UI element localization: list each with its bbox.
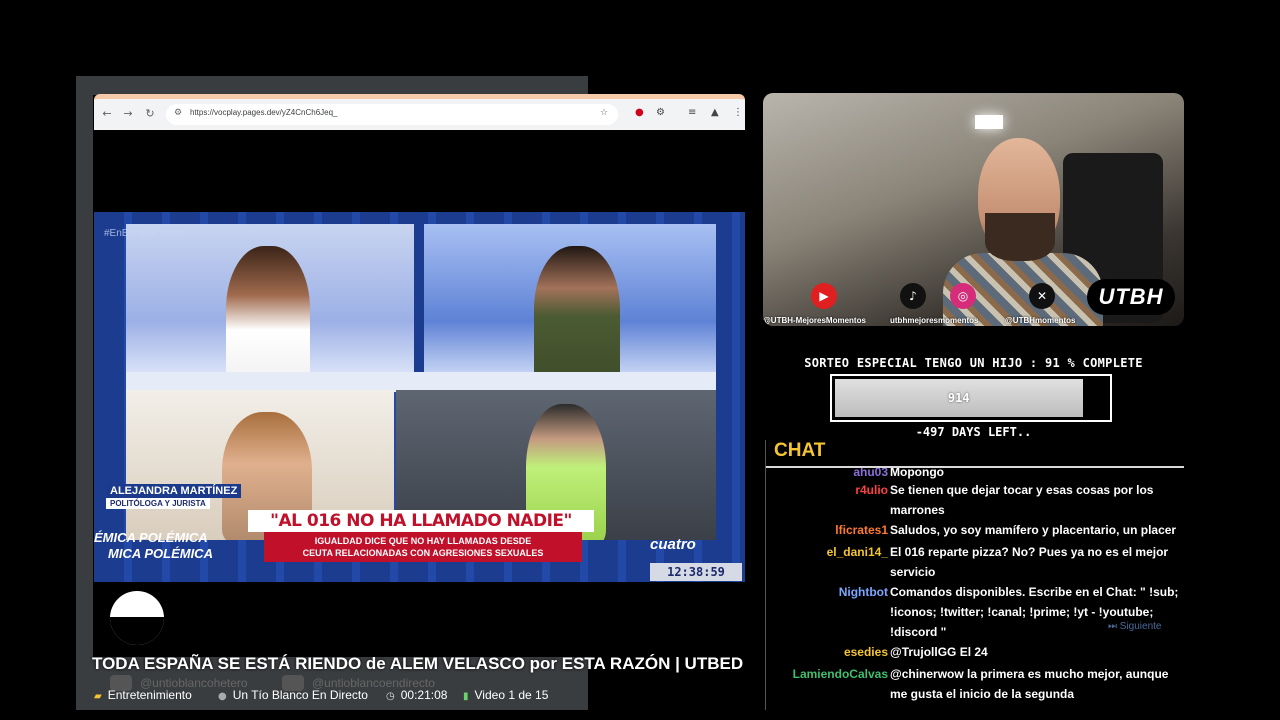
address-bar[interactable]: ⚙ https://vocplay.pages.dev/yZ4CnCh6Jeq_… bbox=[166, 104, 618, 125]
x-icon: ✕ bbox=[1029, 283, 1055, 309]
menu-icon[interactable]: ⋮ bbox=[733, 107, 743, 118]
chat-text: @chinerwow la primera es mucho mejor, au… bbox=[890, 667, 1169, 701]
chat-username[interactable]: el_dani14_ bbox=[827, 542, 888, 562]
ticker-line: ÉMICA POLÉMICA bbox=[94, 530, 208, 545]
meta-category: ▰ Entretenimiento bbox=[94, 688, 192, 702]
studio-panel-left bbox=[126, 224, 414, 386]
media-control-icon[interactable]: ≡ bbox=[688, 107, 696, 118]
news-subheadline: IGUALDAD DICE QUE NO HAY LLAMADAS DESDE … bbox=[264, 532, 582, 562]
chat-username[interactable]: LamiendoCalvas bbox=[793, 664, 888, 684]
channel-label: Un Tío Blanco En Directo bbox=[232, 688, 368, 702]
ceiling-light bbox=[975, 115, 1003, 129]
site-info-icon[interactable]: ⚙ bbox=[174, 108, 182, 118]
chat-rule bbox=[766, 466, 1184, 468]
extensions-icon[interactable]: ⚙ bbox=[656, 107, 665, 118]
next-hint: ⏭ Siguiente bbox=[1108, 621, 1162, 632]
user-icon: ● bbox=[218, 691, 227, 702]
browser-toolbar: ← → ↻ ⚙ https://vocplay.pages.dev/yZ4CnC… bbox=[94, 94, 745, 130]
next-hint-label: Siguiente bbox=[1119, 621, 1162, 632]
chat-text: Saludos, yo soy mamífero y placentario, … bbox=[890, 523, 1177, 537]
chat-username[interactable]: Nightbot bbox=[839, 582, 888, 602]
profile-icon[interactable]: ▲ bbox=[711, 107, 719, 118]
chat-username[interactable]: r4ulio bbox=[855, 480, 888, 500]
playlist-icon: ▮ bbox=[463, 691, 469, 702]
duration-label: 00:21:08 bbox=[400, 688, 448, 702]
news-headline: "AL 016 NO HA LLAMADO NADIE" bbox=[248, 510, 594, 532]
chat-username[interactable]: esedies bbox=[844, 642, 888, 662]
guest-role-tag: POLITÓLOGA Y JURISTA bbox=[106, 498, 210, 509]
youtube-icon: ▶ bbox=[811, 283, 837, 309]
presenter-figure bbox=[226, 246, 310, 386]
guest-name-tag: ALEJANDRA MARTÍNEZ bbox=[106, 484, 242, 498]
streamer-beard bbox=[985, 213, 1055, 261]
tv-broadcast-video[interactable]: #EnBocaDeTodos ALEJANDRA MARTÍNEZ POLITÓ… bbox=[94, 212, 745, 582]
subheadline-line: IGUALDAD DICE QUE NO HAY LLAMADAS DESDE bbox=[314, 536, 532, 546]
bookmark-star-icon[interactable]: ☆ bbox=[600, 108, 608, 118]
opera-icon[interactable]: ● bbox=[635, 107, 644, 118]
stream-logo-shape bbox=[110, 617, 164, 645]
studio-panel-right bbox=[424, 224, 716, 386]
ticker-line: MICA POLÉMICA bbox=[108, 546, 213, 561]
x-handle: @UTBHmomentos bbox=[1005, 316, 1076, 325]
polemica-ticker: ÉMICA POLÉMICA MICA POLÉMICA bbox=[94, 530, 254, 562]
utbh-logo: UTBH bbox=[1087, 279, 1175, 315]
youtube-handle: @UTBH-MejoresMomentos bbox=[763, 316, 866, 325]
forward-icon[interactable]: → bbox=[121, 107, 135, 121]
folder-icon: ▰ bbox=[94, 691, 102, 702]
meta-duration: ◷ 00:21:08 bbox=[386, 688, 447, 702]
chat-text: Mopongo bbox=[890, 465, 944, 479]
channel-logo: cuatro bbox=[650, 536, 696, 553]
chat-title: CHAT bbox=[774, 440, 826, 461]
show-hashtag: #EnBocaDeTodos bbox=[104, 228, 185, 239]
reload-icon[interactable]: ↻ bbox=[143, 107, 157, 121]
chat-text: El 016 reparte pizza? No? Pues ya no es … bbox=[890, 545, 1169, 579]
goal-progress-bar: 914 bbox=[830, 374, 1112, 422]
goal-title: SORTEO ESPECIAL TENGO UN HIJO : 91 % COM… bbox=[804, 356, 1143, 370]
studio-desk bbox=[126, 372, 716, 392]
presenter-figure bbox=[534, 246, 620, 386]
goal-progress-fill: 914 bbox=[835, 379, 1083, 417]
tiktok-icon: ♪ bbox=[900, 283, 926, 309]
chat-log[interactable]: ahu03 Mopongo r4ulio Se tienen que dejar to… bbox=[766, 462, 1184, 710]
video-title: TODA ESPAÑA SE ESTÁ RIENDO de ALEM VELAS… bbox=[92, 654, 744, 673]
chat-text: Se tienen que dejar tocar y esas cosas p… bbox=[890, 483, 1154, 517]
meta-playlist: ▮ Video 1 de 15 bbox=[463, 688, 548, 702]
instagram-icon: ◎ bbox=[950, 283, 976, 309]
category-label: Entretenimiento bbox=[107, 688, 192, 702]
playlist-label: Video 1 de 15 bbox=[474, 688, 549, 702]
goal-days-left: -497 DAYS LEFT.. bbox=[915, 425, 1032, 439]
streamer-webcam: ▶ ♪ ◎ ✕ @UTBH-MejoresMomentos utbhmejore… bbox=[763, 93, 1184, 326]
chat-text: Comandos disponibles. Escribe en el Chat… bbox=[890, 585, 1179, 639]
broadcast-clock: 12:38:59 bbox=[650, 563, 742, 581]
subheadline-line: CEUTA RELACIONADAS CON AGRESIONES SEXUAL… bbox=[302, 548, 544, 558]
url-text[interactable]: https://vocplay.pages.dev/yZ4CnCh6Jeq_ bbox=[190, 108, 338, 117]
tiktok-handle: utbhmejoresmomentos bbox=[890, 316, 979, 325]
chat-username[interactable]: lficrates1 bbox=[835, 520, 888, 540]
meta-channel: ● Un Tío Blanco En Directo bbox=[218, 688, 368, 702]
chat-text: @TrujollGG El 24 bbox=[890, 645, 988, 659]
stream-logo bbox=[110, 591, 164, 645]
clock-icon: ◷ bbox=[386, 691, 395, 702]
back-icon[interactable]: ← bbox=[100, 107, 114, 121]
chat-username[interactable]: ahu03 bbox=[853, 462, 888, 482]
